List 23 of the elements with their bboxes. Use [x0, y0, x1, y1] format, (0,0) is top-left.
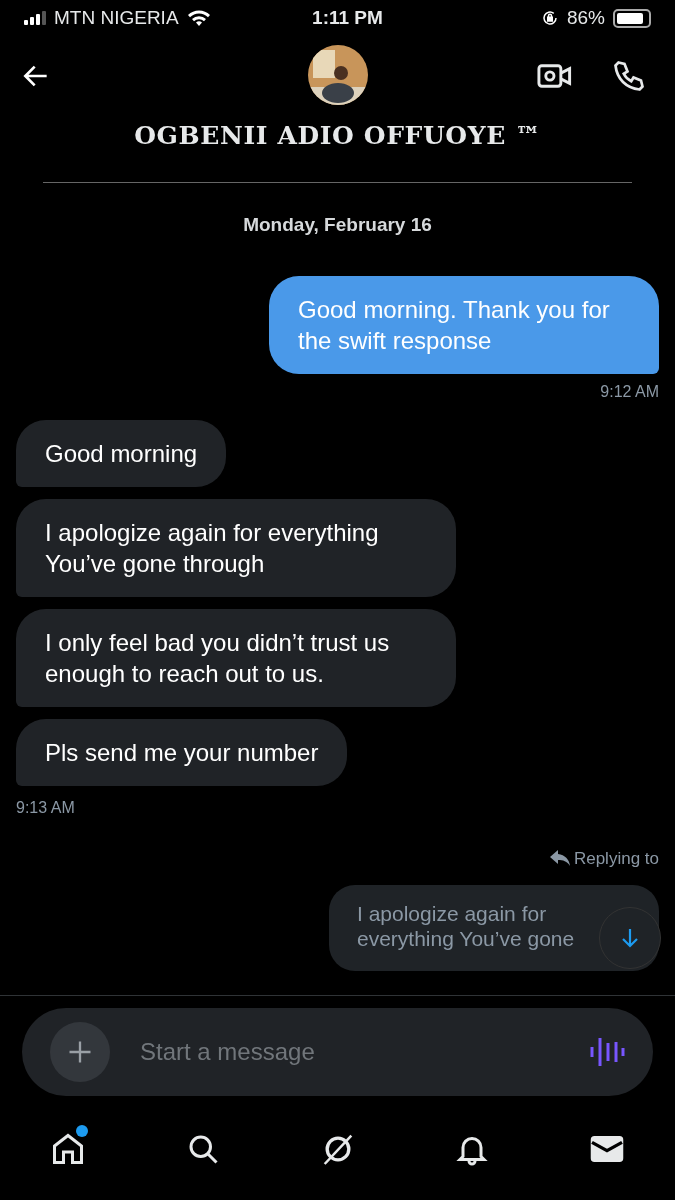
- date-divider: Monday, February 16: [242, 213, 433, 237]
- message-bubble: Good morning. Thank you for the swift response: [269, 275, 659, 374]
- reply-icon: [549, 850, 570, 867]
- message-input[interactable]: Start a message: [140, 1033, 559, 1070]
- wifi-icon: [186, 9, 211, 27]
- phone-icon: [611, 58, 647, 94]
- message-bubble: I apologize again for everything You’ve gone through: [16, 498, 456, 597]
- replying-to-label: Replying to: [549, 845, 659, 871]
- quoted-message: I apologize again for everything You’ve gone: [329, 885, 659, 971]
- message-time: 9:12 AM: [600, 381, 659, 402]
- battery-icon: [613, 8, 651, 28]
- carrier-name: MTN NIGERIA: [54, 5, 179, 30]
- message-bubble: Pls send me your number: [16, 718, 348, 786]
- clock-time: 1:11 PM: [311, 5, 384, 30]
- message-time: 9:13 AM: [16, 797, 75, 818]
- message-bubble: Good morning: [16, 419, 227, 487]
- contact-name: OGBENII ADIO OFFUOYE ™: [134, 120, 541, 152]
- message-composer[interactable]: Start a message: [22, 1007, 653, 1096]
- voice-wave-icon: [589, 1035, 625, 1068]
- battery-percent: 86%: [566, 5, 605, 30]
- message-bubble: I only feel bad you didn’t trust us enough to reach out to us.: [16, 608, 456, 707]
- signal-icon: [24, 11, 46, 25]
- rotation-lock-icon: [540, 9, 559, 27]
